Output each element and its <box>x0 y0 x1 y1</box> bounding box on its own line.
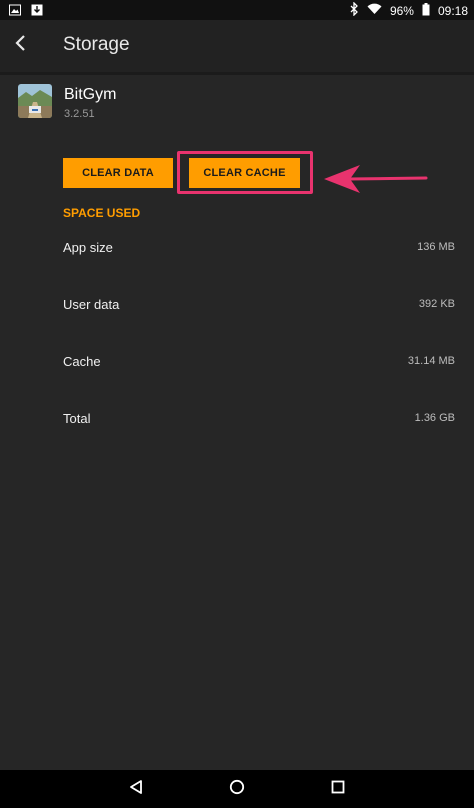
storage-label: App size <box>63 240 113 255</box>
nav-back-button[interactable] <box>125 778 147 800</box>
storage-value: 136 MB <box>417 241 455 253</box>
bluetooth-icon <box>350 1 359 19</box>
wifi-icon <box>367 3 382 18</box>
storage-label: Total <box>63 411 91 426</box>
space-used-header: SPACE USED <box>63 206 141 220</box>
storage-value: 392 KB <box>418 298 455 310</box>
app-name: BitGym <box>64 86 117 103</box>
storage-row-total: Total 1.36 GB <box>63 411 455 431</box>
pointer-arrow-icon <box>318 162 430 196</box>
battery-percent: 96% <box>389 3 414 18</box>
storage-label: Cache <box>63 354 101 369</box>
home-circle-icon <box>229 779 245 800</box>
back-arrow-icon <box>14 34 28 57</box>
battery-icon <box>422 2 430 19</box>
back-triangle-icon <box>128 779 144 800</box>
app-version: 3.2.51 <box>64 108 95 120</box>
storage-row-app-size: App size 136 MB <box>63 240 455 260</box>
app-bar: Storage <box>0 20 474 72</box>
clear-data-button[interactable]: CLEAR DATA <box>63 158 173 188</box>
clear-cache-button[interactable]: CLEAR CACHE <box>189 158 300 188</box>
storage-row-user-data: User data 392 KB <box>63 297 455 317</box>
nav-home-button[interactable] <box>226 778 248 800</box>
storage-label: User data <box>63 297 120 312</box>
nav-recents-button[interactable] <box>327 778 349 800</box>
back-button[interactable] <box>6 30 36 60</box>
recents-square-icon <box>330 779 346 800</box>
download-notification-icon <box>31 3 43 21</box>
image-notification-icon <box>9 3 21 21</box>
clock: 09:18 <box>437 3 468 18</box>
storage-row-cache: Cache 31.14 MB <box>63 354 455 374</box>
storage-value: 1.36 GB <box>414 412 455 424</box>
page-title: Storage <box>63 34 130 55</box>
storage-value: 31.14 MB <box>407 355 455 367</box>
navigation-bar <box>0 770 474 808</box>
bitgym-app-icon <box>18 84 52 118</box>
header-divider <box>0 72 474 75</box>
status-bar: 96% 09:18 <box>0 0 474 20</box>
